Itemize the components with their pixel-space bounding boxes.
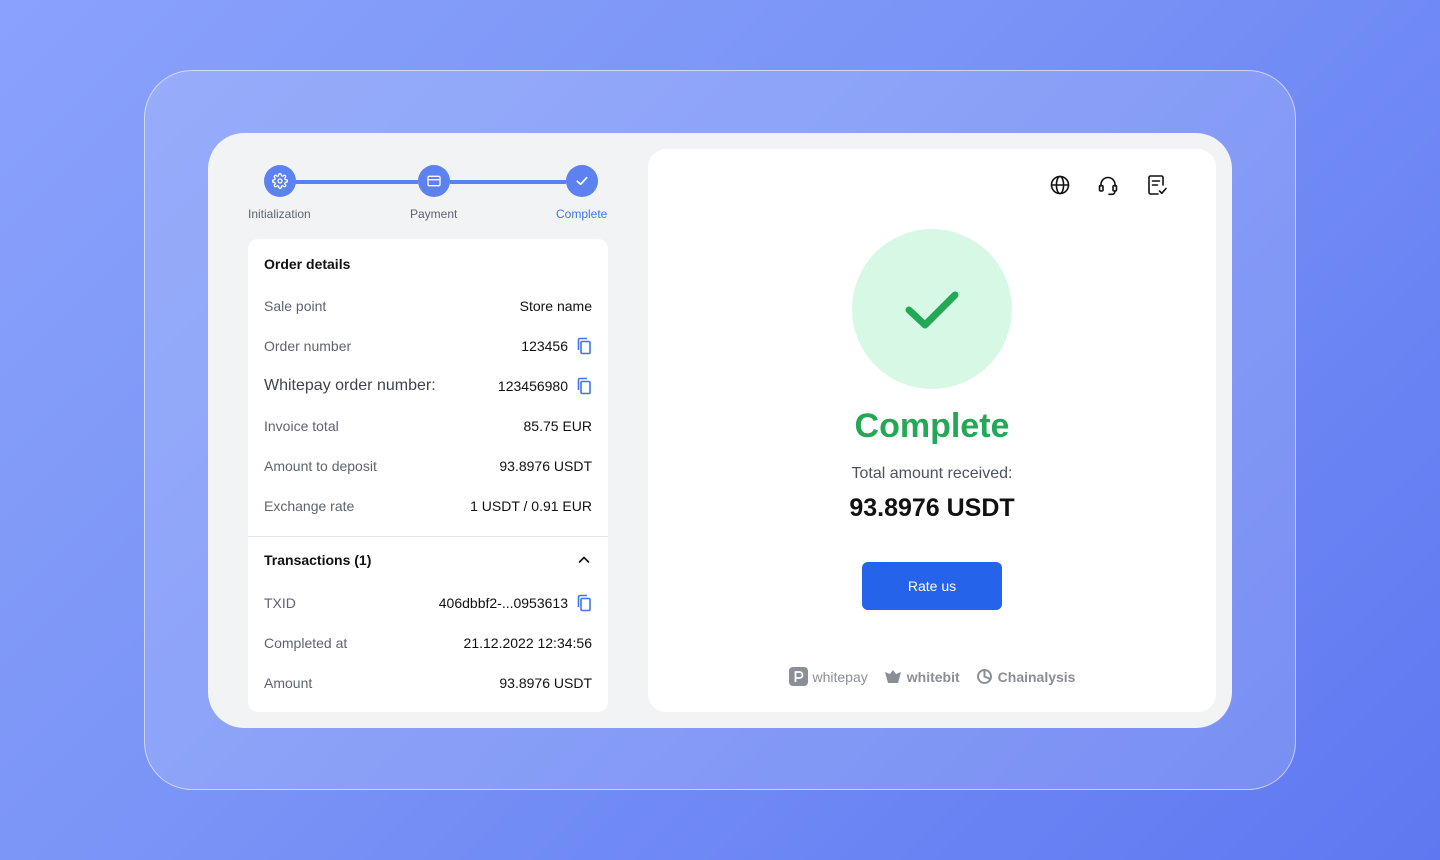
stepper-line [292,180,418,184]
total-amount-value: 93.8976 USDT [849,494,1015,522]
partner-logos: whitepay whitebit Chainalysis [648,667,1216,686]
status-panel: Complete Total amount received: 93.8976 … [648,149,1216,712]
stepper-line [450,180,566,184]
whitepay-logo-mark [788,667,808,686]
gear-icon [272,173,288,189]
brand-name: whitebit [906,668,960,685]
step-initialization [264,165,296,197]
order-row-invoice-total: Invoice total 85.75 EUR [264,416,592,436]
step-payment [418,165,450,197]
step-complete [566,165,598,197]
chainalysis-logo: Chainalysis [976,668,1076,685]
chevron-up-icon[interactable] [576,552,592,568]
card-divider [248,536,608,537]
transaction-row-txid: TXID 406dbbf2-...0953613 [264,593,592,613]
transaction-row-label: Completed at [264,635,348,651]
copy-icon[interactable] [576,594,592,612]
order-row-whitepay-number: Whitepay order number: 123456980 [264,376,592,396]
order-row-sale-point: Sale point Store name [264,296,592,316]
order-row-value: 1 USDT / 0.91 EUR [470,498,592,514]
headset-icon[interactable] [1096,173,1120,197]
step-label-payment: Payment [410,207,458,221]
whitebit-logo: whitebit [884,669,960,685]
total-amount-label: Total amount received: [851,465,1013,482]
order-row-label: Exchange rate [264,498,355,514]
order-row-amount-to-deposit: Amount to deposit 93.8976 USDT [264,456,592,476]
order-row-value: 123456980 [497,378,568,394]
order-row-value: Store name [519,298,592,314]
order-row-label: Order number [264,338,352,354]
transaction-row-value: 21.12.2022 12:34:56 [463,635,592,651]
brand-name: Chainalysis [997,668,1076,685]
order-row-value: 93.8976 USDT [499,458,592,474]
transaction-row-value: 93.8976 USDT [499,675,592,691]
whitebit-logo-mark [884,669,901,683]
order-row-order-number: Order number 123456 [264,336,592,356]
status-title: Complete [854,407,1010,445]
transaction-row-label: Amount [264,675,313,691]
order-details-card: Order details Sale point Store name Orde… [248,239,608,712]
transaction-row-value: 406dbbf2-...0953613 [438,595,568,611]
order-row-exchange-rate: Exchange rate 1 USDT / 0.91 EUR [264,496,592,516]
transaction-row-label: TXID [264,595,296,611]
chainalysis-logo-mark [976,669,992,684]
rate-us-button[interactable]: Rate us [862,562,1002,610]
copy-icon[interactable] [576,337,592,355]
receipt-check-icon[interactable] [1145,173,1169,197]
payment-widget: Initialization Payment Complete Order de… [208,133,1232,728]
check-icon [576,176,588,186]
transaction-row-amount: Amount 93.8976 USDT [264,673,592,693]
card-icon [427,175,441,187]
order-row-label: Sale point [264,298,327,314]
order-row-label: Invoice total [264,418,339,434]
progress-stepper: Initialization Payment Complete [248,165,608,235]
whitepay-logo: whitepay [788,667,868,686]
order-details-title: Order details [264,256,351,272]
globe-icon[interactable] [1048,173,1072,197]
step-label-initialization: Initialization [248,207,311,221]
success-badge [852,229,1012,389]
transaction-row-completed-at: Completed at 21.12.2022 12:34:56 [264,633,592,653]
order-row-label: Whitepay order number: [264,377,436,394]
copy-icon[interactable] [576,377,592,395]
order-row-label: Amount to deposit [264,458,377,474]
brand-name: whitepay [812,668,868,685]
transactions-title[interactable]: Transactions (1) [264,552,371,568]
step-label-complete: Complete [556,207,608,221]
order-row-value: 85.75 EUR [523,418,592,434]
order-row-value: 123456 [521,338,568,354]
checkmark-icon [905,291,959,329]
